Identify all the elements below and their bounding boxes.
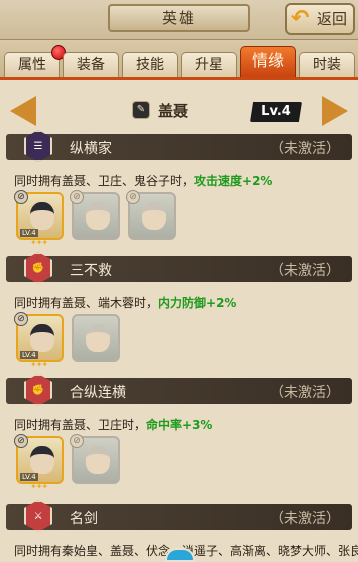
bond-fist-icon: ✊ [24, 374, 52, 406]
hero-face [86, 446, 110, 474]
bond-status: （未激活） [270, 511, 340, 527]
tab-equipment-label: 装备 [77, 57, 105, 73]
hero-face [30, 446, 54, 474]
bond-sword-icon: ⚔ [24, 500, 52, 532]
hero-portrait[interactable]: ⊘ [126, 190, 176, 240]
lock-icon: ⊘ [14, 312, 28, 326]
bond-status: （未激活） [270, 141, 340, 157]
floating-chat-icon[interactable] [165, 548, 195, 562]
bond-header: ☰ 纵横家 （未激活） [6, 130, 352, 162]
bond-name: 合纵连横 [70, 385, 126, 401]
tab-skills-label: 技能 [136, 57, 164, 73]
tab-bonds[interactable]: 情缘 [240, 46, 296, 77]
portrait-level: LV.4 [20, 229, 38, 237]
hero-portrait[interactable]: ⊘ [70, 190, 120, 240]
tab-star-up[interactable]: 升星 [181, 52, 237, 77]
hero-class-icon: ✎ [132, 101, 150, 119]
bond-name: 三不救 [70, 263, 112, 279]
tab-attributes-label: 属性 [18, 57, 46, 73]
tab-skills[interactable]: 技能 [122, 52, 178, 77]
bond-desc-text: 同时拥有盖聂、卫庄时， [14, 418, 147, 432]
back-button[interactable]: ↶ 返回 [285, 3, 355, 35]
hero-face [142, 202, 166, 230]
bond-status: （未激活） [270, 385, 340, 401]
tab-attributes[interactable]: 属性 [4, 45, 66, 77]
bond-header: ✊ 三不救 （未激活） [6, 252, 352, 284]
hero-face [86, 324, 110, 352]
hero-portrait[interactable]: ⊘ LV.4 ✦✦✦ [14, 312, 64, 369]
bond-desc-text: 同时拥有盖聂、卫庄、鬼谷子时， [14, 174, 195, 188]
tab-star-up-label: 升星 [195, 57, 223, 73]
bond-description: 同时拥有盖聂、卫庄、鬼谷子时，攻击速度+2% [14, 172, 272, 189]
star-icon: ✦✦✦ [30, 360, 48, 369]
bond-header: ⚔ 名剑 （未激活） [6, 500, 352, 532]
bond-desc-text: 同时拥有盖聂、端木蓉时， [14, 296, 159, 310]
bond-fist-icon: ✊ [24, 252, 52, 284]
hero-portrait[interactable]: ⊘ LV.4 ✦✦✦ [14, 434, 64, 491]
bond-bonus: 攻击速度+2% [194, 174, 273, 188]
hero-face [30, 324, 54, 352]
portrait-level: LV.4 [20, 351, 38, 359]
hero-face [30, 202, 54, 230]
page-title: 英雄 [108, 4, 250, 32]
star-icon: ✦✦✦ [30, 482, 48, 491]
hero-selector: ✎ 盖聂 Lv.4 [0, 84, 358, 132]
bond-status: （未激活） [270, 263, 340, 279]
hero-portrait[interactable]: ⊘ LV.4 ✦✦✦ [14, 190, 64, 247]
bond-name: 纵横家 [70, 141, 112, 157]
next-hero-arrow-icon[interactable] [322, 96, 348, 126]
lock-icon: ⊘ [126, 190, 140, 204]
hero-level-badge: Lv.4 [250, 102, 302, 122]
bond-description: 同时拥有盖聂、卫庄时，命中率+3% [14, 416, 212, 433]
lock-icon: ⊘ [14, 434, 28, 448]
tab-costume-label: 时装 [313, 57, 341, 73]
hero-face [86, 202, 110, 230]
lock-icon: ⊘ [70, 434, 84, 448]
hero-name-box: ✎ 盖聂 [128, 98, 208, 124]
lock-icon: ⊘ [70, 190, 84, 204]
bond-bonus: 内力防御+2% [158, 296, 237, 310]
hero-portrait[interactable] [72, 314, 120, 362]
star-icon: ✦✦✦ [30, 238, 48, 247]
back-label: 返回 [317, 10, 348, 28]
bond-scroll-icon: ☰ [24, 130, 52, 162]
back-arrow-icon: ↶ [291, 6, 310, 31]
portrait-level: LV.4 [20, 473, 38, 481]
lock-icon: ⊘ [14, 190, 28, 204]
top-bar: 英雄 ↶ 返回 [0, 0, 358, 40]
bond-bonus: 命中率+3% [146, 418, 213, 432]
bond-description: 同时拥有盖聂、端木蓉时，内力防御+2% [14, 294, 236, 311]
hero-name: 盖聂 [158, 102, 189, 120]
bond-name: 名剑 [70, 511, 98, 527]
bond-header: ✊ 合纵连横 （未激活） [6, 374, 352, 406]
tab-bonds-label: 情缘 [251, 51, 284, 70]
tab-costume[interactable]: 时装 [299, 52, 355, 77]
hero-portrait[interactable]: ⊘ [70, 434, 120, 484]
prev-hero-arrow-icon[interactable] [10, 96, 36, 126]
tab-equipment[interactable]: 装备 [63, 52, 119, 77]
tab-bar: 属性 装备 技能 升星 情缘 时装 [0, 40, 358, 80]
